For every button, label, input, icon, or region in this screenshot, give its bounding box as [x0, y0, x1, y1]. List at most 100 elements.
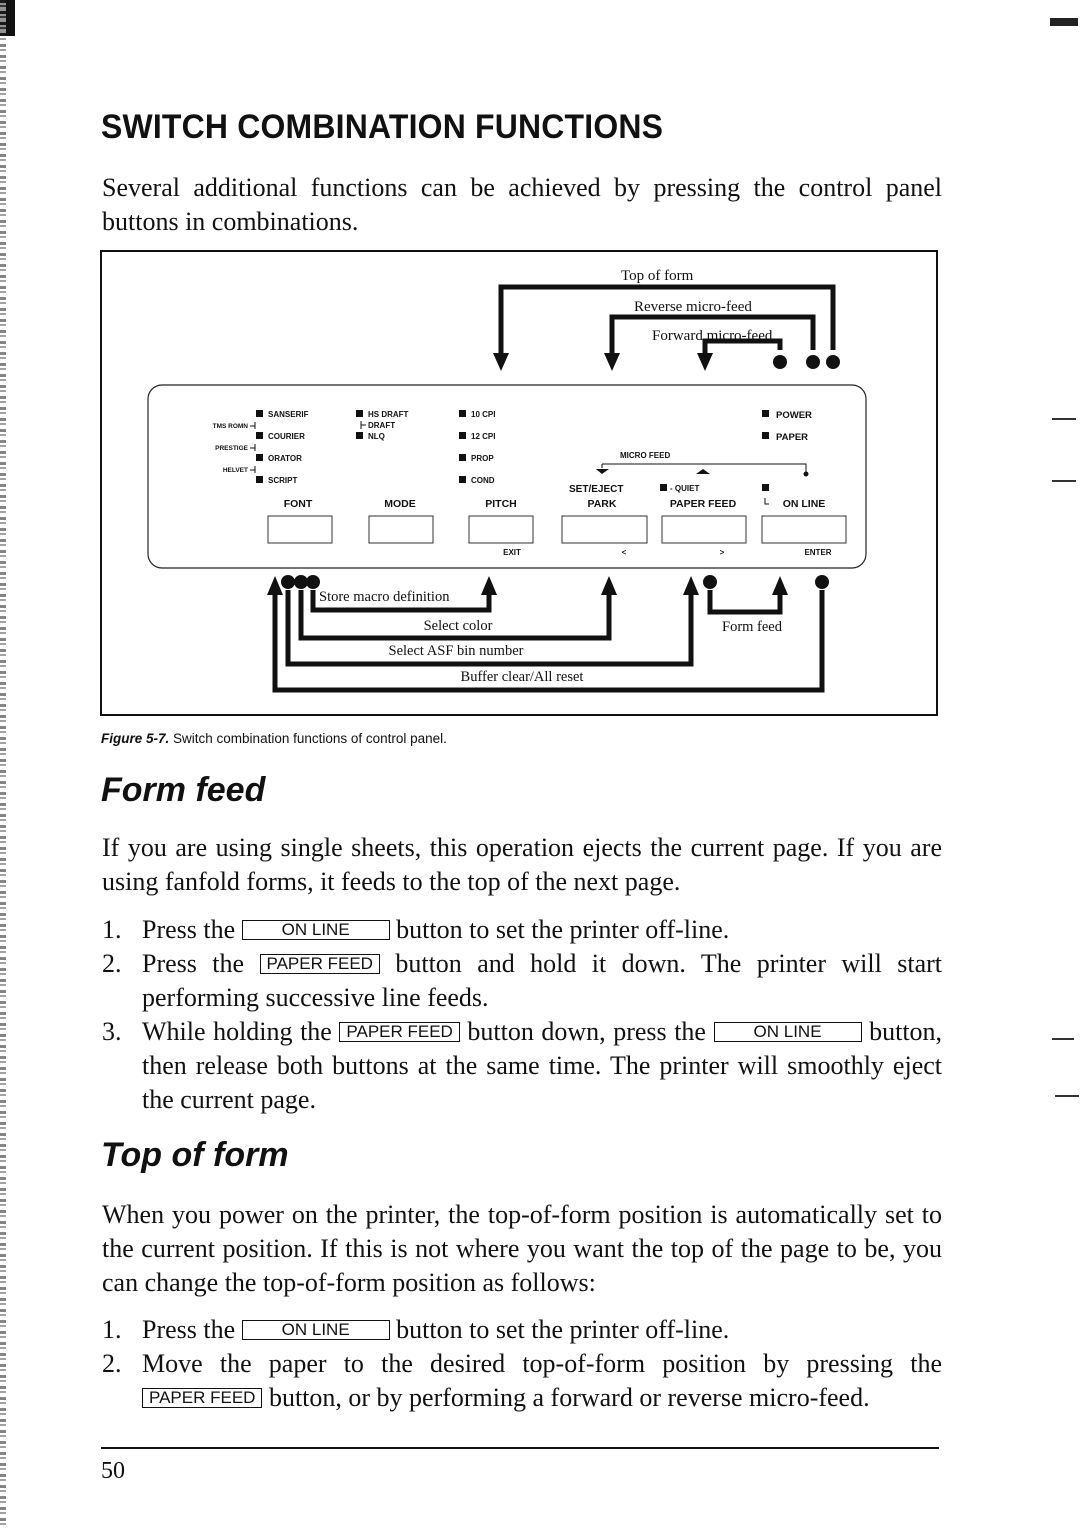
svg-text:COND: COND	[471, 476, 495, 485]
on-line-key: ON LINE	[713, 1022, 862, 1042]
origin-dot-icon	[703, 575, 717, 589]
svg-text:10 CPI: 10 CPI	[471, 410, 495, 419]
arrowhead-icon	[772, 576, 788, 595]
svg-text:EXIT: EXIT	[503, 548, 521, 557]
control-panel-figure: Top of form Reverse micro-feed Forward m…	[100, 250, 938, 716]
form-feed-heading: Form feed	[101, 771, 266, 809]
on-line-key: ON LINE	[241, 1320, 390, 1340]
micro-feed-bracket: MICRO FEED - QUIET SET/EJECT	[569, 451, 809, 505]
list-item: 1. Press the ON LINE button to set the p…	[102, 1315, 730, 1344]
panel-buttons: FONT MODE PITCH EXIT PARK < PAPER FEED >	[267, 498, 847, 557]
origin-dot-icon	[773, 355, 787, 369]
footer-rule	[101, 1447, 939, 1449]
svg-text:PROP: PROP	[471, 454, 494, 463]
form-feed-steps: 1. Press the ON LINE button to set the p…	[102, 913, 942, 1117]
arrowhead-icon	[493, 353, 509, 371]
top-of-form-heading: Top of form	[101, 1136, 289, 1174]
list-item: 3. While holding the PAPER FEED button d…	[102, 1017, 943, 1114]
forward-micro-feed-label: Forward micro-feed	[652, 328, 773, 344]
select-color-label: Select color	[424, 618, 493, 634]
store-macro-label: Store macro definition	[319, 589, 450, 605]
reverse-micro-feed-label: Reverse micro-feed	[634, 299, 752, 315]
svg-text:<: <	[622, 548, 627, 557]
park-button[interactable]: PARK <	[561, 498, 648, 557]
arrowhead-icon	[267, 576, 283, 595]
scan-mark	[1052, 480, 1076, 482]
svg-text:FONT: FONT	[284, 498, 313, 510]
svg-text:TMS ROMN: TMS ROMN	[213, 423, 249, 430]
buffer-clear-label: Buffer clear/All reset	[461, 669, 584, 685]
status-indicators: POWER PAPER	[762, 410, 812, 443]
top-of-form-steps: 1. Press the ON LINE button to set the p…	[102, 1313, 942, 1415]
top-arrowheads	[493, 353, 840, 371]
svg-text:SET/EJECT: SET/EJECT	[569, 484, 623, 495]
paper-feed-key: PAPER FEED	[259, 954, 380, 974]
form-feed-line	[707, 590, 783, 615]
origin-dot-icon	[281, 575, 295, 589]
up-triangle-icon	[696, 469, 710, 474]
figure-caption-text: Switch combination functions of control …	[173, 731, 447, 746]
svg-text:DRAFT: DRAFT	[368, 421, 395, 430]
figure-caption: Figure 5-7. Switch combination functions…	[101, 731, 447, 746]
intro-paragraph: Several additional functions can be achi…	[102, 173, 942, 236]
svg-text:PARK: PARK	[588, 498, 617, 510]
origin-dot-icon	[806, 355, 820, 369]
scan-mark	[1055, 1095, 1079, 1097]
svg-text:- QUIET: - QUIET	[670, 484, 699, 493]
arrowhead-icon	[601, 576, 617, 595]
down-triangle-icon	[596, 469, 609, 474]
top-of-form-paragraph: When you power on the printer, the top-o…	[102, 1200, 942, 1297]
origin-dot-icon	[294, 575, 308, 589]
arrowhead-icon	[481, 576, 497, 595]
pitch-button[interactable]: PITCH EXIT	[468, 498, 534, 557]
mode-button[interactable]: MODE	[368, 498, 434, 544]
arrowhead-icon	[697, 353, 713, 371]
paper-feed-key: PAPER FEED	[142, 1388, 263, 1408]
list-item: 1. Press the ON LINE button to set the p…	[102, 915, 730, 944]
svg-text:POWER: POWER	[776, 410, 812, 421]
figure-caption-label: Figure 5-7.	[101, 731, 170, 746]
dot-icon	[803, 471, 809, 477]
top-of-form-label: Top of form	[621, 268, 694, 284]
svg-text:12 CPI: 12 CPI	[471, 432, 495, 441]
svg-text:PAPER FEED: PAPER FEED	[670, 498, 737, 510]
svg-text:>: >	[720, 548, 725, 557]
on-line-button[interactable]: ON LINE ENTER	[761, 498, 847, 557]
svg-text:MICRO FEED: MICRO FEED	[620, 451, 670, 460]
font-indicators: SANSERIF COURIER ORATOR SCRIPT TMS ROMN …	[213, 410, 309, 485]
list-item: 2. Move the paper to the desired top-of-…	[102, 1349, 942, 1412]
scan-edge	[0, 0, 6, 1529]
svg-text:ORATOR: ORATOR	[268, 454, 302, 463]
mode-indicators: HS DRAFT DRAFT NLQ	[356, 410, 409, 441]
svg-text:NLQ: NLQ	[368, 432, 385, 441]
on-line-key: ON LINE	[241, 920, 390, 940]
svg-text:SANSERIF: SANSERIF	[268, 410, 309, 419]
font-button[interactable]: FONT	[267, 498, 333, 544]
paper-feed-button[interactable]: PAPER FEED >	[661, 498, 747, 557]
svg-text:ON LINE: ON LINE	[783, 498, 826, 510]
form-feed-label: Form feed	[722, 619, 783, 635]
origin-dot-icon	[826, 355, 840, 369]
list-item: 2. Press the PAPER FEED button and hold …	[102, 949, 943, 1012]
form-feed-paragraph: If you are using single sheets, this ope…	[102, 833, 942, 896]
select-asf-label: Select ASF bin number	[389, 643, 524, 659]
page-number: 50	[101, 1458, 125, 1484]
svg-text:PRESTIGE: PRESTIGE	[215, 445, 249, 452]
pitch-indicators: 10 CPI 12 CPI PROP COND	[459, 410, 495, 485]
svg-text:MODE: MODE	[384, 498, 416, 510]
scan-mark	[1052, 418, 1076, 420]
figure-diagram: Top of form Reverse micro-feed Forward m…	[100, 250, 938, 716]
page-heading: SWITCH COMBINATION FUNCTIONS	[101, 108, 664, 146]
scan-mark	[1052, 1038, 1074, 1040]
paper-feed-key: PAPER FEED	[339, 1022, 460, 1042]
origin-dot-icon	[815, 575, 829, 589]
control-panel-outline	[147, 384, 867, 569]
svg-text:PITCH: PITCH	[485, 498, 517, 510]
svg-text:SCRIPT: SCRIPT	[268, 476, 297, 485]
arrowhead-icon	[604, 353, 620, 371]
svg-text:ENTER: ENTER	[804, 548, 831, 557]
arrowhead-icon	[683, 576, 699, 595]
svg-text:PAPER: PAPER	[776, 432, 808, 443]
origin-dot-icon	[306, 575, 320, 589]
svg-text:HELVET: HELVET	[223, 467, 248, 474]
